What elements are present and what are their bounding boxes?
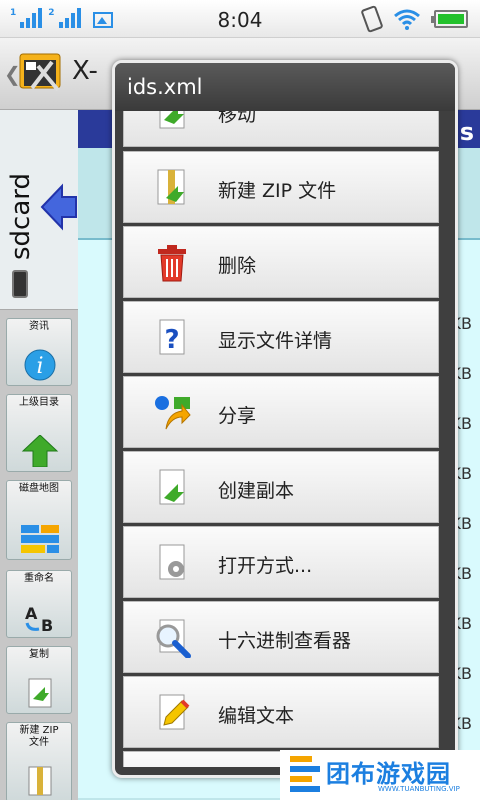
- sdcard-tab[interactable]: sdcard: [0, 110, 78, 310]
- wifi-icon: [394, 9, 420, 30]
- menu-item-duplicate[interactable]: 创建副本: [123, 451, 439, 523]
- hex-magnifier-icon: [156, 619, 191, 658]
- info-icon: i: [24, 349, 56, 381]
- menu-item-label: 分享: [218, 405, 257, 427]
- menu-item-file-details[interactable]: ? 显示文件详情: [123, 301, 439, 373]
- sidebar-button-label: 资讯: [29, 321, 49, 332]
- context-menu-list[interactable]: 移动 新建 ZIP 文件 删除 ? 显示文件详情 分享 创建副本 打开方式...…: [123, 111, 447, 767]
- battery-icon: [431, 10, 468, 28]
- context-menu-dialog: ids.xml 移动 新建 ZIP 文件 删除 ? 显示文件详情 分享 创建副本…: [112, 60, 458, 778]
- watermark: 团布游戏园 WWW.TUANBUTING.VIP: [280, 750, 480, 800]
- sidebar-button-label: 复制: [29, 649, 49, 660]
- menu-item-move[interactable]: 移动: [123, 111, 439, 147]
- dialog-title: ids.xml: [115, 63, 455, 111]
- watermark-subtext: WWW.TUANBUTING.VIP: [378, 785, 460, 793]
- menu-item-delete[interactable]: 删除: [123, 226, 439, 298]
- status-right-icons: [360, 4, 468, 34]
- menu-item-edit-text[interactable]: 编辑文本: [123, 676, 439, 748]
- sidebar-button-rename[interactable]: 重命名 A B: [6, 570, 72, 638]
- question-icon: ?: [159, 319, 185, 355]
- menu-item-share[interactable]: 分享: [123, 376, 439, 448]
- menu-item-label: 新建 ZIP 文件: [218, 180, 337, 202]
- menu-item-label: 创建副本: [218, 480, 295, 502]
- disk-map-icon: [21, 525, 59, 553]
- sidebar-button-copy[interactable]: 复制: [6, 646, 72, 714]
- status-bar: 1 2 8:04: [0, 0, 480, 38]
- svg-text:A: A: [25, 604, 38, 623]
- sidebar-button-zip[interactable]: 新建 ZIP 文件: [6, 722, 72, 800]
- zip-icon: [28, 766, 52, 796]
- share-icon: [155, 396, 191, 430]
- left-sidebar: sdcard 资讯 i 上级目录 磁盘地图 重命名 A B 复制 新建 ZIP …: [0, 110, 78, 800]
- watermark-logo-icon: [290, 756, 320, 792]
- menu-item-open-with[interactable]: 打开方式...: [123, 526, 439, 598]
- path-strip-letter: s: [459, 118, 474, 146]
- sidebar-button-label: 重命名: [24, 573, 54, 584]
- menu-item-label: 显示文件详情: [218, 330, 333, 352]
- menu-item-hex-viewer[interactable]: 十六进制查看器: [123, 601, 439, 673]
- menu-item-label: 编辑文本: [218, 705, 295, 727]
- menu-item-label: 删除: [218, 255, 257, 277]
- arrow-left-icon: [40, 183, 77, 231]
- app-title: X-: [72, 56, 98, 86]
- menu-item-label: 十六进制查看器: [218, 630, 352, 652]
- copy-icon: [159, 469, 185, 505]
- app-logo-icon: [19, 53, 61, 92]
- svg-text:i: i: [36, 354, 43, 379]
- gear-file-icon: [159, 544, 185, 580]
- sidebar-button-info[interactable]: 资讯 i: [6, 318, 72, 386]
- sidebar-button-label: 磁盘地图: [19, 483, 59, 494]
- watermark-text: 团布游戏园: [326, 760, 451, 788]
- edit-pencil-icon: [159, 694, 190, 730]
- copy-icon: [28, 678, 52, 708]
- zip-icon: [157, 169, 185, 205]
- move-icon: [159, 111, 185, 129]
- sidebar-button-disk-map[interactable]: 磁盘地图: [6, 480, 72, 560]
- menu-item-label: 打开方式...: [218, 555, 313, 577]
- sidebar-button-up[interactable]: 上级目录: [6, 394, 72, 472]
- phone-icon: [12, 270, 28, 298]
- rename-icon: A B: [25, 604, 53, 633]
- up-arrow-icon: [21, 435, 59, 467]
- sdcard-label: sdcard: [6, 172, 36, 260]
- svg-text:?: ?: [164, 325, 179, 355]
- sidebar-button-label: 上级目录: [19, 397, 59, 408]
- menu-item-new-zip[interactable]: 新建 ZIP 文件: [123, 151, 439, 223]
- svg-text:B: B: [41, 616, 53, 633]
- vibrate-icon: [360, 4, 384, 34]
- menu-item-label: 移动: [218, 111, 257, 126]
- trash-icon: [158, 245, 186, 282]
- sidebar-button-label: 新建 ZIP 文件: [19, 725, 59, 748]
